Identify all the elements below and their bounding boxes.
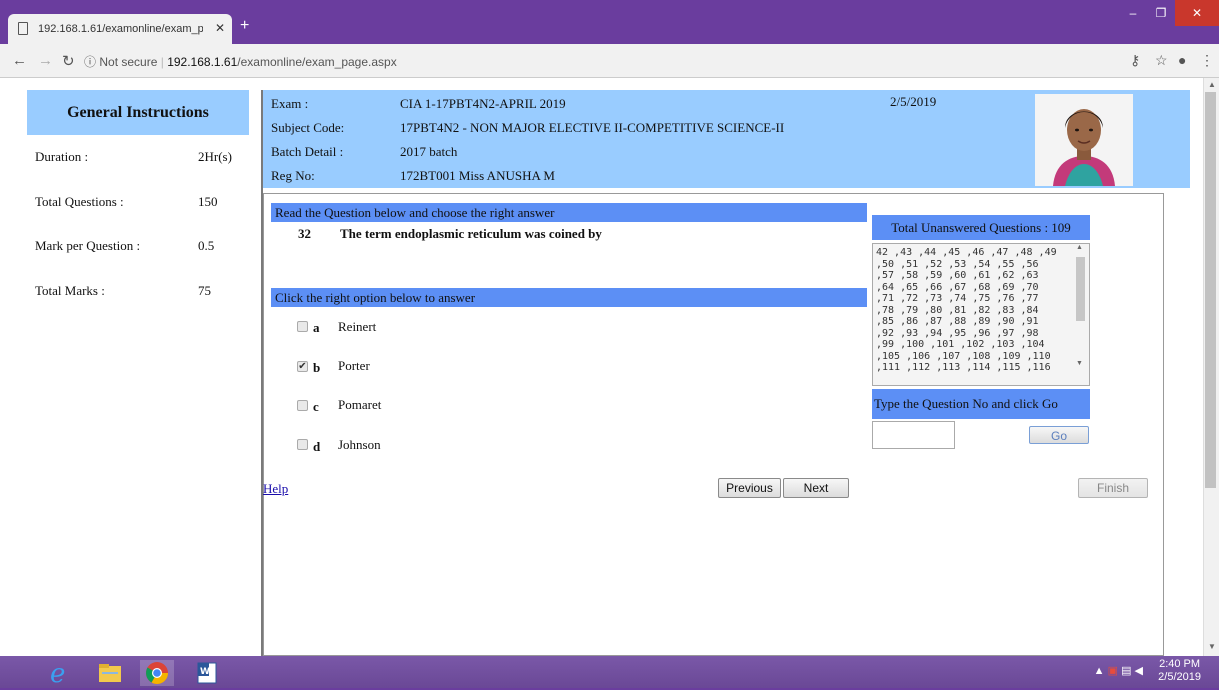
option-d-text[interactable]: Johnson bbox=[338, 437, 381, 453]
option-a-text[interactable]: Reinert bbox=[338, 319, 376, 335]
option-a-letter: a bbox=[313, 320, 320, 335]
student-photo-image bbox=[1035, 94, 1133, 186]
taskbar bbox=[0, 656, 1219, 688]
unanswered-header: Total Unanswered Questions : 109 bbox=[872, 215, 1090, 240]
total-marks-value: 75 bbox=[198, 283, 211, 298]
restore-icon[interactable]: ❐ bbox=[1147, 0, 1175, 26]
system-tray[interactable]: ▲ ▣ ▤ ◀ bbox=[1094, 664, 1143, 677]
batch-label: Batch Detail : bbox=[271, 144, 344, 159]
instructions-header: General Instructions bbox=[27, 90, 249, 135]
list-scroll-down-icon[interactable]: ▼ bbox=[1076, 359, 1083, 367]
next-button[interactable]: Next bbox=[783, 478, 849, 498]
url-field[interactable]: ⓘ Not secure | 192.168.1.61/examonline/e… bbox=[84, 53, 397, 70]
exam-date: 2/5/2019 bbox=[890, 94, 937, 109]
word-icon[interactable]: W bbox=[190, 660, 224, 686]
go-button[interactable]: Go bbox=[1029, 426, 1089, 444]
option-b-text[interactable]: Porter bbox=[338, 358, 370, 374]
display-icon[interactable]: ▤ bbox=[1121, 665, 1131, 677]
options-header: Click the right option below to answer bbox=[271, 288, 867, 307]
list-scroll-up-icon[interactable]: ▲ bbox=[1076, 243, 1083, 251]
subject-value: 17PBT4N2 - NON MAJOR ELECTIVE II-COMPETI… bbox=[400, 120, 785, 135]
window-controls: – ❐ ✕ bbox=[1119, 0, 1219, 26]
clock-date: 2/5/2019 bbox=[1158, 671, 1201, 683]
browser-tab[interactable]: 192.168.1.61/examonline/exam_p ✕ bbox=[8, 14, 232, 44]
question-number: 32 bbox=[298, 226, 311, 241]
close-tab-icon[interactable]: ✕ bbox=[215, 21, 225, 35]
previous-button[interactable]: Previous bbox=[718, 478, 781, 498]
svg-text:W: W bbox=[200, 667, 210, 677]
scroll-down-icon[interactable]: ▼ bbox=[1208, 642, 1216, 651]
new-tab-button[interactable]: + bbox=[240, 17, 249, 35]
option-a-checkbox[interactable] bbox=[297, 321, 308, 332]
account-icon[interactable]: ● bbox=[1178, 52, 1186, 68]
finish-button[interactable]: Finish bbox=[1078, 478, 1148, 498]
back-icon[interactable]: ← bbox=[12, 52, 27, 69]
key-icon[interactable]: ⚷ bbox=[1130, 52, 1140, 69]
student-photo bbox=[1035, 94, 1133, 186]
option-c-text[interactable]: Pomaret bbox=[338, 397, 381, 413]
security-label: Not secure bbox=[99, 55, 158, 69]
svg-text:e: e bbox=[50, 660, 65, 686]
total-marks-label: Total Marks : bbox=[35, 283, 105, 298]
file-explorer-icon[interactable] bbox=[93, 660, 127, 686]
batch-value: 2017 batch bbox=[400, 144, 458, 159]
scroll-up-icon[interactable]: ▲ bbox=[1208, 80, 1216, 89]
mark-per-question-label: Mark per Question : bbox=[35, 238, 141, 253]
reload-icon[interactable]: ↻ bbox=[62, 52, 75, 70]
info-icon[interactable]: ⓘ bbox=[84, 55, 96, 69]
volume-icon[interactable]: ◀ bbox=[1135, 665, 1143, 677]
help-link[interactable]: Help bbox=[263, 481, 288, 497]
exam-value: CIA 1-17PBT4N2-APRIL 2019 bbox=[400, 96, 566, 111]
option-c-letter: c bbox=[313, 399, 319, 414]
chrome-icon[interactable] bbox=[140, 660, 174, 686]
option-b-letter: b bbox=[313, 360, 321, 375]
option-d-checkbox[interactable] bbox=[297, 439, 308, 450]
option-c-checkbox[interactable] bbox=[297, 400, 308, 411]
address-bar: ← → ↻ ⓘ Not secure | 192.168.1.61/examon… bbox=[0, 44, 1219, 78]
unanswered-list[interactable]: 42 ,43 ,44 ,45 ,46 ,47 ,48 ,49 ,50 ,51 ,… bbox=[872, 243, 1090, 386]
bookmark-star-icon[interactable]: ☆ bbox=[1155, 52, 1168, 69]
unanswered-scroll-thumb[interactable] bbox=[1076, 257, 1085, 321]
mark-per-question-value: 0.5 bbox=[198, 238, 215, 253]
duration-value: 2Hr(s) bbox=[198, 149, 232, 164]
scroll-thumb[interactable] bbox=[1205, 92, 1216, 488]
tab-title: 192.168.1.61/examonline/exam_p bbox=[38, 23, 203, 35]
subject-label: Subject Code: bbox=[271, 120, 345, 135]
total-questions-label: Total Questions : bbox=[35, 194, 124, 209]
option-d-letter: d bbox=[313, 439, 321, 454]
question-instruction: Read the Question below and choose the r… bbox=[271, 203, 867, 222]
reg-value: 172BT001 Miss ANUSHA M bbox=[400, 168, 555, 183]
question-number-input[interactable] bbox=[872, 421, 955, 449]
url-host: 192.168.1.61 bbox=[167, 55, 238, 69]
clock-time: 2:40 PM bbox=[1159, 658, 1201, 670]
internet-explorer-icon[interactable]: e bbox=[42, 659, 76, 689]
question-text: The term endoplasmic reticulum was coine… bbox=[340, 226, 602, 241]
goto-label: Type the Question No and click Go bbox=[872, 389, 1090, 419]
taskbar-clock[interactable]: 2:40 PM 2/5/2019 bbox=[1158, 658, 1201, 684]
page-icon bbox=[18, 22, 28, 35]
option-b-checkbox[interactable]: ✔ bbox=[297, 361, 308, 372]
tray-expand-icon[interactable]: ▲ bbox=[1094, 665, 1105, 677]
close-window-icon[interactable]: ✕ bbox=[1175, 0, 1219, 26]
total-questions-value: 150 bbox=[198, 194, 218, 209]
duration-label: Duration : bbox=[35, 149, 89, 164]
forward-icon[interactable]: → bbox=[38, 52, 53, 69]
network-icon[interactable]: ▣ bbox=[1108, 665, 1118, 677]
minimize-icon[interactable]: – bbox=[1119, 0, 1147, 26]
menu-icon[interactable]: ⋮ bbox=[1200, 52, 1214, 69]
url-path: /examonline/exam_page.aspx bbox=[237, 55, 397, 69]
exam-label: Exam : bbox=[271, 96, 309, 111]
reg-label: Reg No: bbox=[271, 168, 315, 183]
